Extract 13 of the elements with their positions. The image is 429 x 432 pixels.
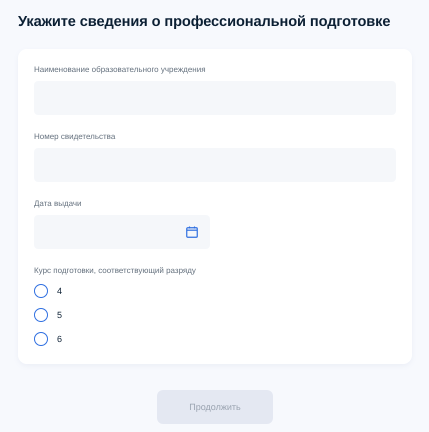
field-label: Дата выдачи — [34, 199, 83, 209]
page-title: Укажите сведения о профессиональной подготовке — [18, 13, 392, 32]
date-field[interactable] — [34, 215, 210, 249]
field-label: Номер свидетельства — [34, 132, 116, 142]
group-label: Курс подготовки, соответствующий разряду — [34, 266, 197, 276]
option-label: 4 — [57, 285, 62, 297]
radio-button[interactable] — [34, 284, 48, 298]
field-label: Наименование образовательного учреждения — [34, 65, 207, 75]
option-label: 6 — [57, 333, 62, 345]
radio-button[interactable] — [34, 332, 48, 346]
calendar-icon[interactable] — [186, 226, 198, 238]
option-label: 5 — [57, 309, 62, 321]
radio-button[interactable] — [34, 308, 48, 322]
